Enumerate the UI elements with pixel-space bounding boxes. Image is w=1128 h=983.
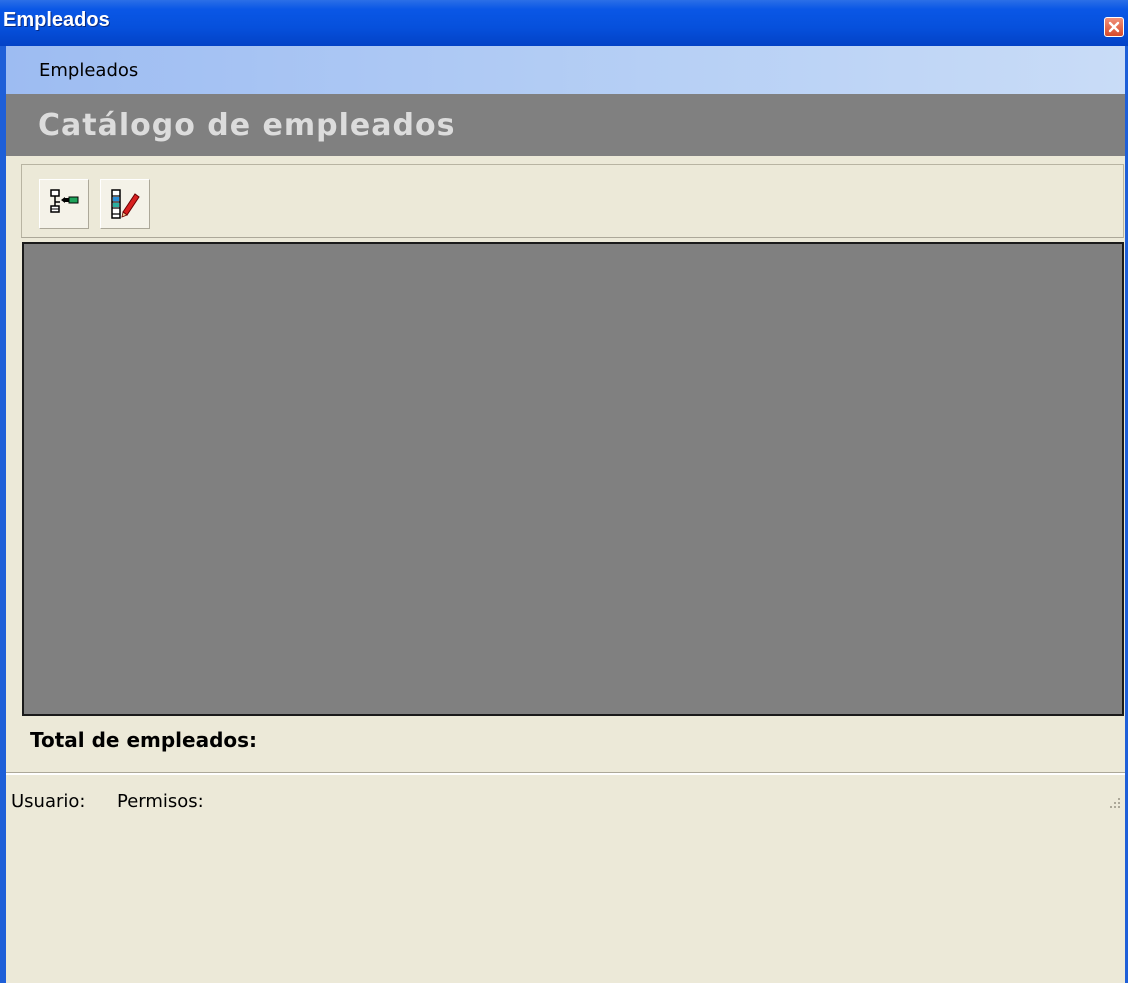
resize-grip-icon[interactable] (1107, 795, 1121, 809)
insert-node-button[interactable] (39, 179, 89, 229)
status-user-label: Usuario: (11, 791, 86, 812)
header-band: Catálogo de empleados (0, 94, 1128, 156)
total-employees-label: Total de empleados: (30, 728, 258, 752)
employees-window: Empleados Empleados Catálogo de empleado… (0, 0, 1128, 983)
menu-bar: Empleados (0, 46, 1128, 94)
edit-list-icon (111, 189, 140, 219)
close-icon (1108, 21, 1120, 33)
insert-node-icon (50, 189, 79, 213)
toolbar (21, 164, 1124, 238)
page-title: Catálogo de empleados (38, 108, 456, 143)
edit-list-button[interactable] (100, 179, 150, 229)
menu-item-empleados[interactable]: Empleados (39, 60, 138, 81)
window-title: Empleados (3, 9, 110, 31)
close-button[interactable] (1104, 17, 1124, 37)
title-bar[interactable]: Empleados (0, 0, 1128, 46)
status-permissions-label: Permisos: (117, 791, 204, 812)
employees-grid[interactable] (22, 242, 1124, 716)
status-bar: Usuario: Permisos: (6, 775, 1125, 983)
